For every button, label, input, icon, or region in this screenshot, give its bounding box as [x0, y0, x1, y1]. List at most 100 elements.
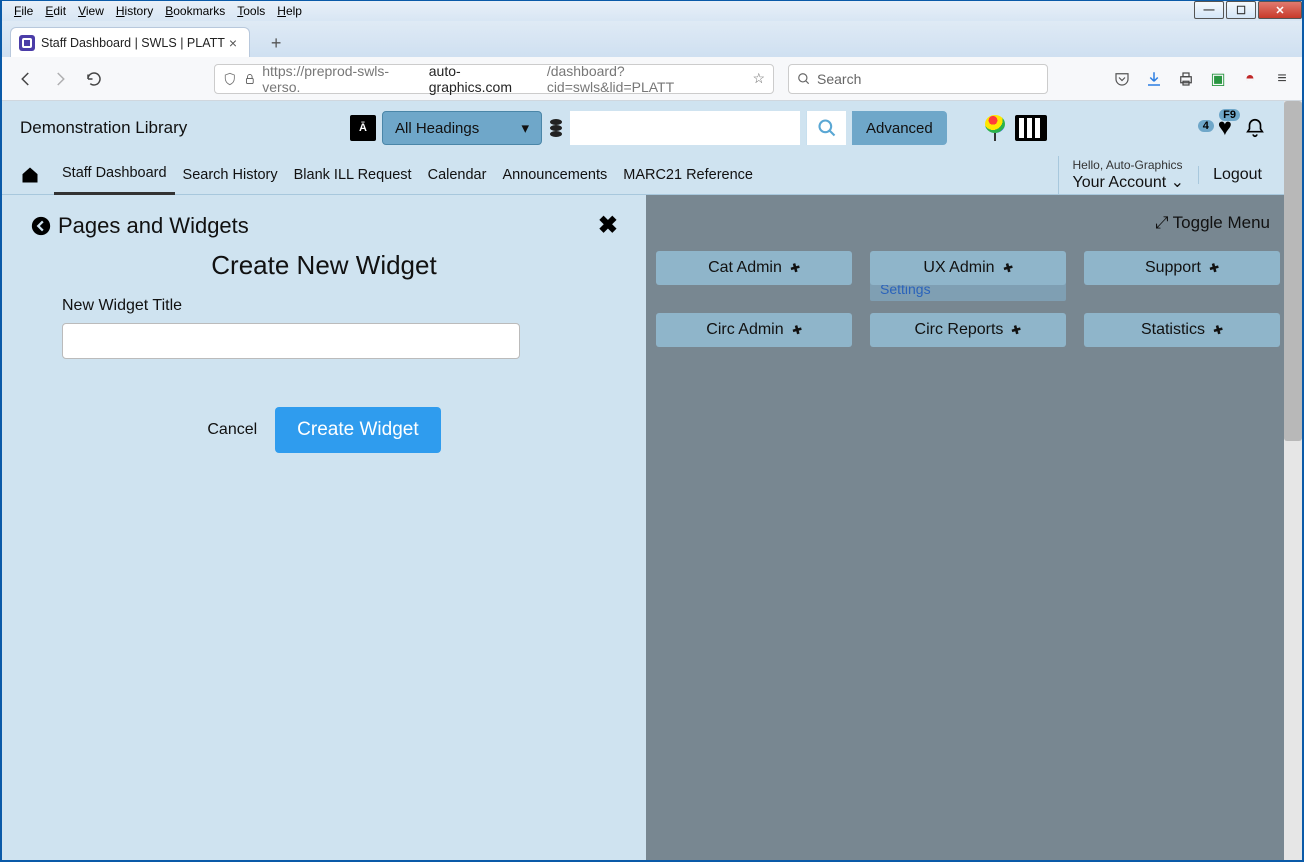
nav-announcements[interactable]: Announcements: [494, 155, 615, 195]
menu-help[interactable]: Help: [271, 3, 308, 19]
search-filter-label: All Headings: [395, 120, 479, 137]
window-close-button[interactable]: ✕: [1258, 1, 1302, 19]
account-dropdown-label: Your Account ⌄: [1073, 172, 1185, 192]
catalog-search-input[interactable]: [570, 111, 800, 145]
advanced-search-button[interactable]: Advanced: [852, 111, 947, 145]
panel-breadcrumb: Pages and Widgets: [58, 213, 249, 239]
lock-icon: [243, 72, 257, 86]
menu-file[interactable]: File: [8, 3, 39, 19]
panel-title: Create New Widget: [30, 250, 618, 281]
new-tab-button[interactable]: +: [262, 29, 290, 57]
chevron-down-icon: ⌄: [1171, 174, 1184, 191]
menu-tools[interactable]: Tools: [231, 3, 271, 19]
app-menu-button[interactable]: ≡: [1272, 69, 1292, 89]
url-bar[interactable]: https://preprod-swls-verso.auto-graphics…: [214, 64, 774, 94]
toggle-menu-button[interactable]: ⤢ Toggle Menu: [1155, 213, 1270, 233]
search-icon: [817, 118, 837, 138]
library-title: Demonstration Library: [20, 118, 340, 138]
window-controls: — ☐ ✕: [1192, 1, 1302, 19]
catalog-search-button[interactable]: [806, 111, 846, 145]
download-icon[interactable]: [1144, 69, 1164, 89]
pocket-icon[interactable]: [1112, 69, 1132, 89]
circle-arrow-left-icon: [30, 215, 52, 237]
menu-edit[interactable]: Edit: [39, 3, 72, 19]
arrow-right-icon: [51, 70, 69, 88]
bookmark-star-icon[interactable]: ☆: [752, 70, 765, 87]
logout-link[interactable]: Logout: [1198, 166, 1266, 184]
url-prefix: https://preprod-swls-verso.: [262, 63, 423, 95]
nav-search-history[interactable]: Search History: [175, 155, 286, 195]
pin-icon: ✖: [789, 321, 805, 338]
window-maximize-button[interactable]: ☐: [1226, 1, 1256, 19]
widget-title-input[interactable]: [62, 323, 520, 359]
pin-icon: ✖: [1009, 321, 1025, 338]
browser-search-input[interactable]: Search: [788, 64, 1048, 94]
create-widget-button[interactable]: Create Widget: [275, 407, 440, 453]
app-nav: Staff Dashboard Search History Blank ILL…: [2, 155, 1284, 195]
favorites-badge: F9: [1219, 109, 1240, 121]
card-circ-admin[interactable]: Circ Admin✖: [656, 313, 852, 347]
browser-tab-active[interactable]: Staff Dashboard | SWLS | PLATT ×: [10, 27, 250, 57]
nav-reload-button[interactable]: [80, 65, 108, 93]
menu-history[interactable]: History: [110, 3, 159, 19]
os-menubar: File Edit View History Bookmarks Tools H…: [2, 1, 1302, 21]
tab-close-icon[interactable]: ×: [225, 35, 241, 51]
card-cat-admin[interactable]: Cat Admin✖: [656, 251, 852, 285]
tab-title: Staff Dashboard | SWLS | PLATT: [41, 36, 225, 50]
search-icon: [797, 72, 811, 86]
panel-back-button[interactable]: [30, 215, 52, 237]
card-ux-admin[interactable]: UX Admin✖: [870, 251, 1066, 285]
dashboard-area: ⤢ Toggle Menu Cat Admin✖ UX Admin✖ Setti…: [646, 195, 1284, 860]
home-icon: [20, 165, 40, 185]
account-greeting: Hello, Auto-Graphics: [1073, 158, 1185, 172]
toggle-menu-label: Toggle Menu: [1173, 213, 1270, 233]
nav-forward-button[interactable]: [46, 65, 74, 93]
browser-search-placeholder: Search: [817, 71, 861, 87]
app-header: Demonstration Library Ā All Headings ▾ A…: [2, 101, 1284, 155]
toolbar-right-icons: ▣ ◓ ≡: [1112, 69, 1292, 89]
create-widget-panel: Pages and Widgets ✖ Create New Widget Ne…: [2, 195, 646, 860]
database-icon[interactable]: [548, 118, 564, 138]
pin-icon: ✖: [787, 259, 803, 276]
tab-favicon-icon: [19, 35, 35, 51]
pin-icon: ✖: [1000, 259, 1016, 276]
page-scrollbar[interactable]: [1284, 101, 1302, 860]
resources-icon[interactable]: [1015, 115, 1047, 141]
language-icon[interactable]: Ā: [350, 115, 376, 141]
account-menu[interactable]: Hello, Auto-Graphics Your Account ⌄: [1058, 156, 1199, 194]
window-minimize-button[interactable]: —: [1194, 1, 1224, 19]
security-ext-icon[interactable]: ◓: [1240, 69, 1260, 89]
extension-icon[interactable]: ▣: [1208, 69, 1228, 89]
url-path: /dashboard?cid=swls&lid=PLATT: [547, 63, 747, 95]
cancel-button[interactable]: Cancel: [207, 421, 257, 439]
home-button[interactable]: [20, 165, 40, 185]
nav-staff-dashboard[interactable]: Staff Dashboard: [54, 155, 175, 195]
expand-icon: ⤢: [1155, 213, 1169, 233]
arrow-left-icon: [17, 70, 35, 88]
menu-view[interactable]: View: [72, 3, 110, 19]
card-statistics[interactable]: Statistics✖: [1084, 313, 1280, 347]
card-support[interactable]: Support✖: [1084, 251, 1280, 285]
favorites-button[interactable]: ♥ F9: [1218, 117, 1232, 140]
pin-icon: ✖: [1206, 259, 1222, 276]
bell-icon: [1244, 116, 1266, 140]
explore-icon[interactable]: [985, 115, 1005, 141]
chevron-down-icon: ▾: [521, 119, 529, 137]
nav-blank-ill[interactable]: Blank ILL Request: [286, 155, 420, 195]
nav-marc21[interactable]: MARC21 Reference: [615, 155, 761, 195]
menu-bookmarks[interactable]: Bookmarks: [159, 3, 231, 19]
search-filter-dropdown[interactable]: All Headings ▾: [382, 111, 542, 145]
card-circ-reports[interactable]: Circ Reports✖: [870, 313, 1066, 347]
browser-tab-strip: Staff Dashboard | SWLS | PLATT × +: [2, 21, 1302, 57]
url-host: auto-graphics.com: [429, 63, 541, 95]
panel-close-button[interactable]: ✖: [598, 211, 618, 240]
browser-toolbar: https://preprod-swls-verso.auto-graphics…: [2, 57, 1302, 101]
nav-calendar[interactable]: Calendar: [420, 155, 495, 195]
shield-icon: [223, 72, 237, 86]
nav-back-button[interactable]: [12, 65, 40, 93]
reload-icon: [85, 70, 103, 88]
notifications-button[interactable]: [1244, 116, 1266, 140]
print-icon[interactable]: [1176, 69, 1196, 89]
widget-title-label: New Widget Title: [62, 297, 618, 315]
pin-icon: ✖: [1210, 321, 1226, 338]
